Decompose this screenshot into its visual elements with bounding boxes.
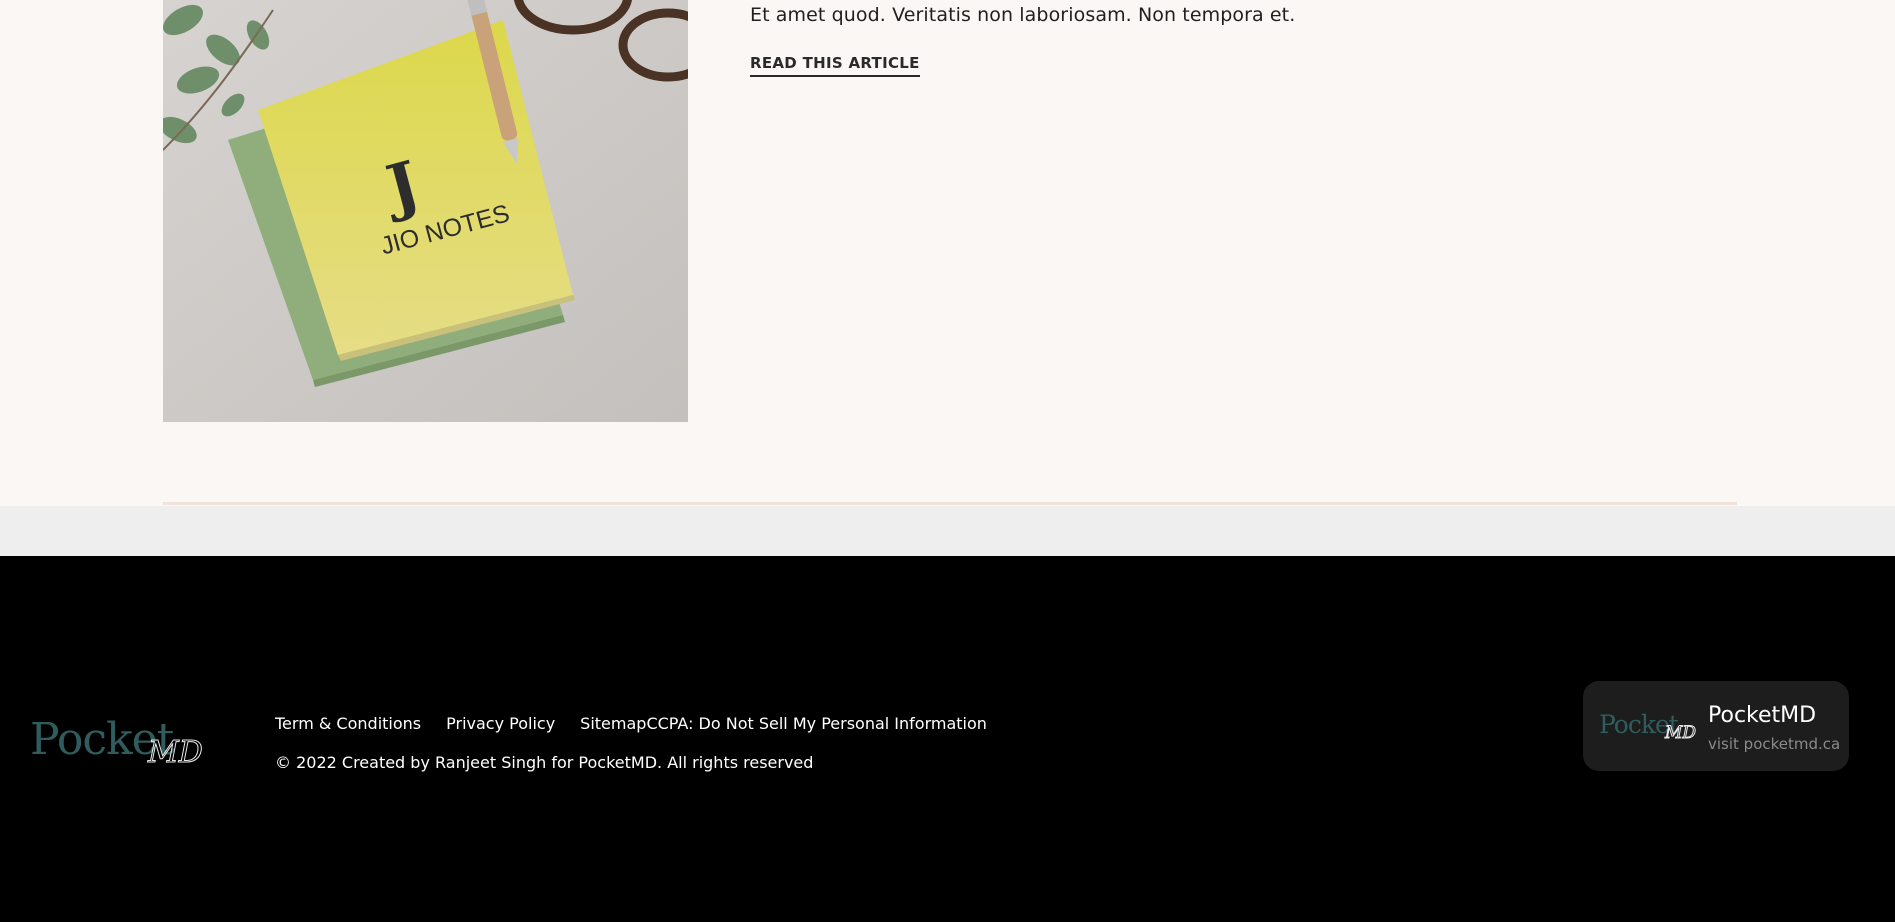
section-divider	[163, 502, 1737, 505]
pocketmd-visit-badge[interactable]: Pocket MD PocketMD visit pocketmd.ca	[1583, 681, 1849, 771]
badge-subtitle: visit pocketmd.ca	[1708, 735, 1841, 753]
footer-spacer-band	[0, 506, 1895, 556]
pocketmd-footer-logo[interactable]: Pocket MD	[30, 712, 215, 776]
copyright-text: © 2022 Created by Ranjeet Singh for Pock…	[275, 753, 814, 772]
site-footer: Pocket MD Term & Conditions Privacy Poli…	[0, 556, 1895, 922]
privacy-policy-link[interactable]: Privacy Policy	[446, 714, 555, 733]
terms-link[interactable]: Term & Conditions	[275, 714, 421, 733]
notebook-photo: J JIO NOTES	[163, 0, 688, 422]
article-section: J JIO NOTES Et amet quod. Veritatis non …	[0, 0, 1895, 506]
badge-logo: Pocket MD	[1599, 709, 1699, 747]
read-article-link[interactable]: READ THIS ARTICLE	[750, 54, 920, 77]
badge-logo-script: MD	[1664, 723, 1696, 743]
badge-title: PocketMD	[1708, 703, 1817, 728]
article-thumbnail-image[interactable]: J JIO NOTES	[163, 0, 688, 422]
article-excerpt: Et amet quod. Veritatis non laboriosam. …	[750, 4, 1296, 26]
footer-links: Term & Conditions Privacy Policy Sitemap…	[275, 714, 987, 733]
logo-script: MD	[147, 735, 203, 770]
sitemap-ccpa-link[interactable]: SitemapCCPA: Do Not Sell My Personal Inf…	[580, 714, 987, 733]
